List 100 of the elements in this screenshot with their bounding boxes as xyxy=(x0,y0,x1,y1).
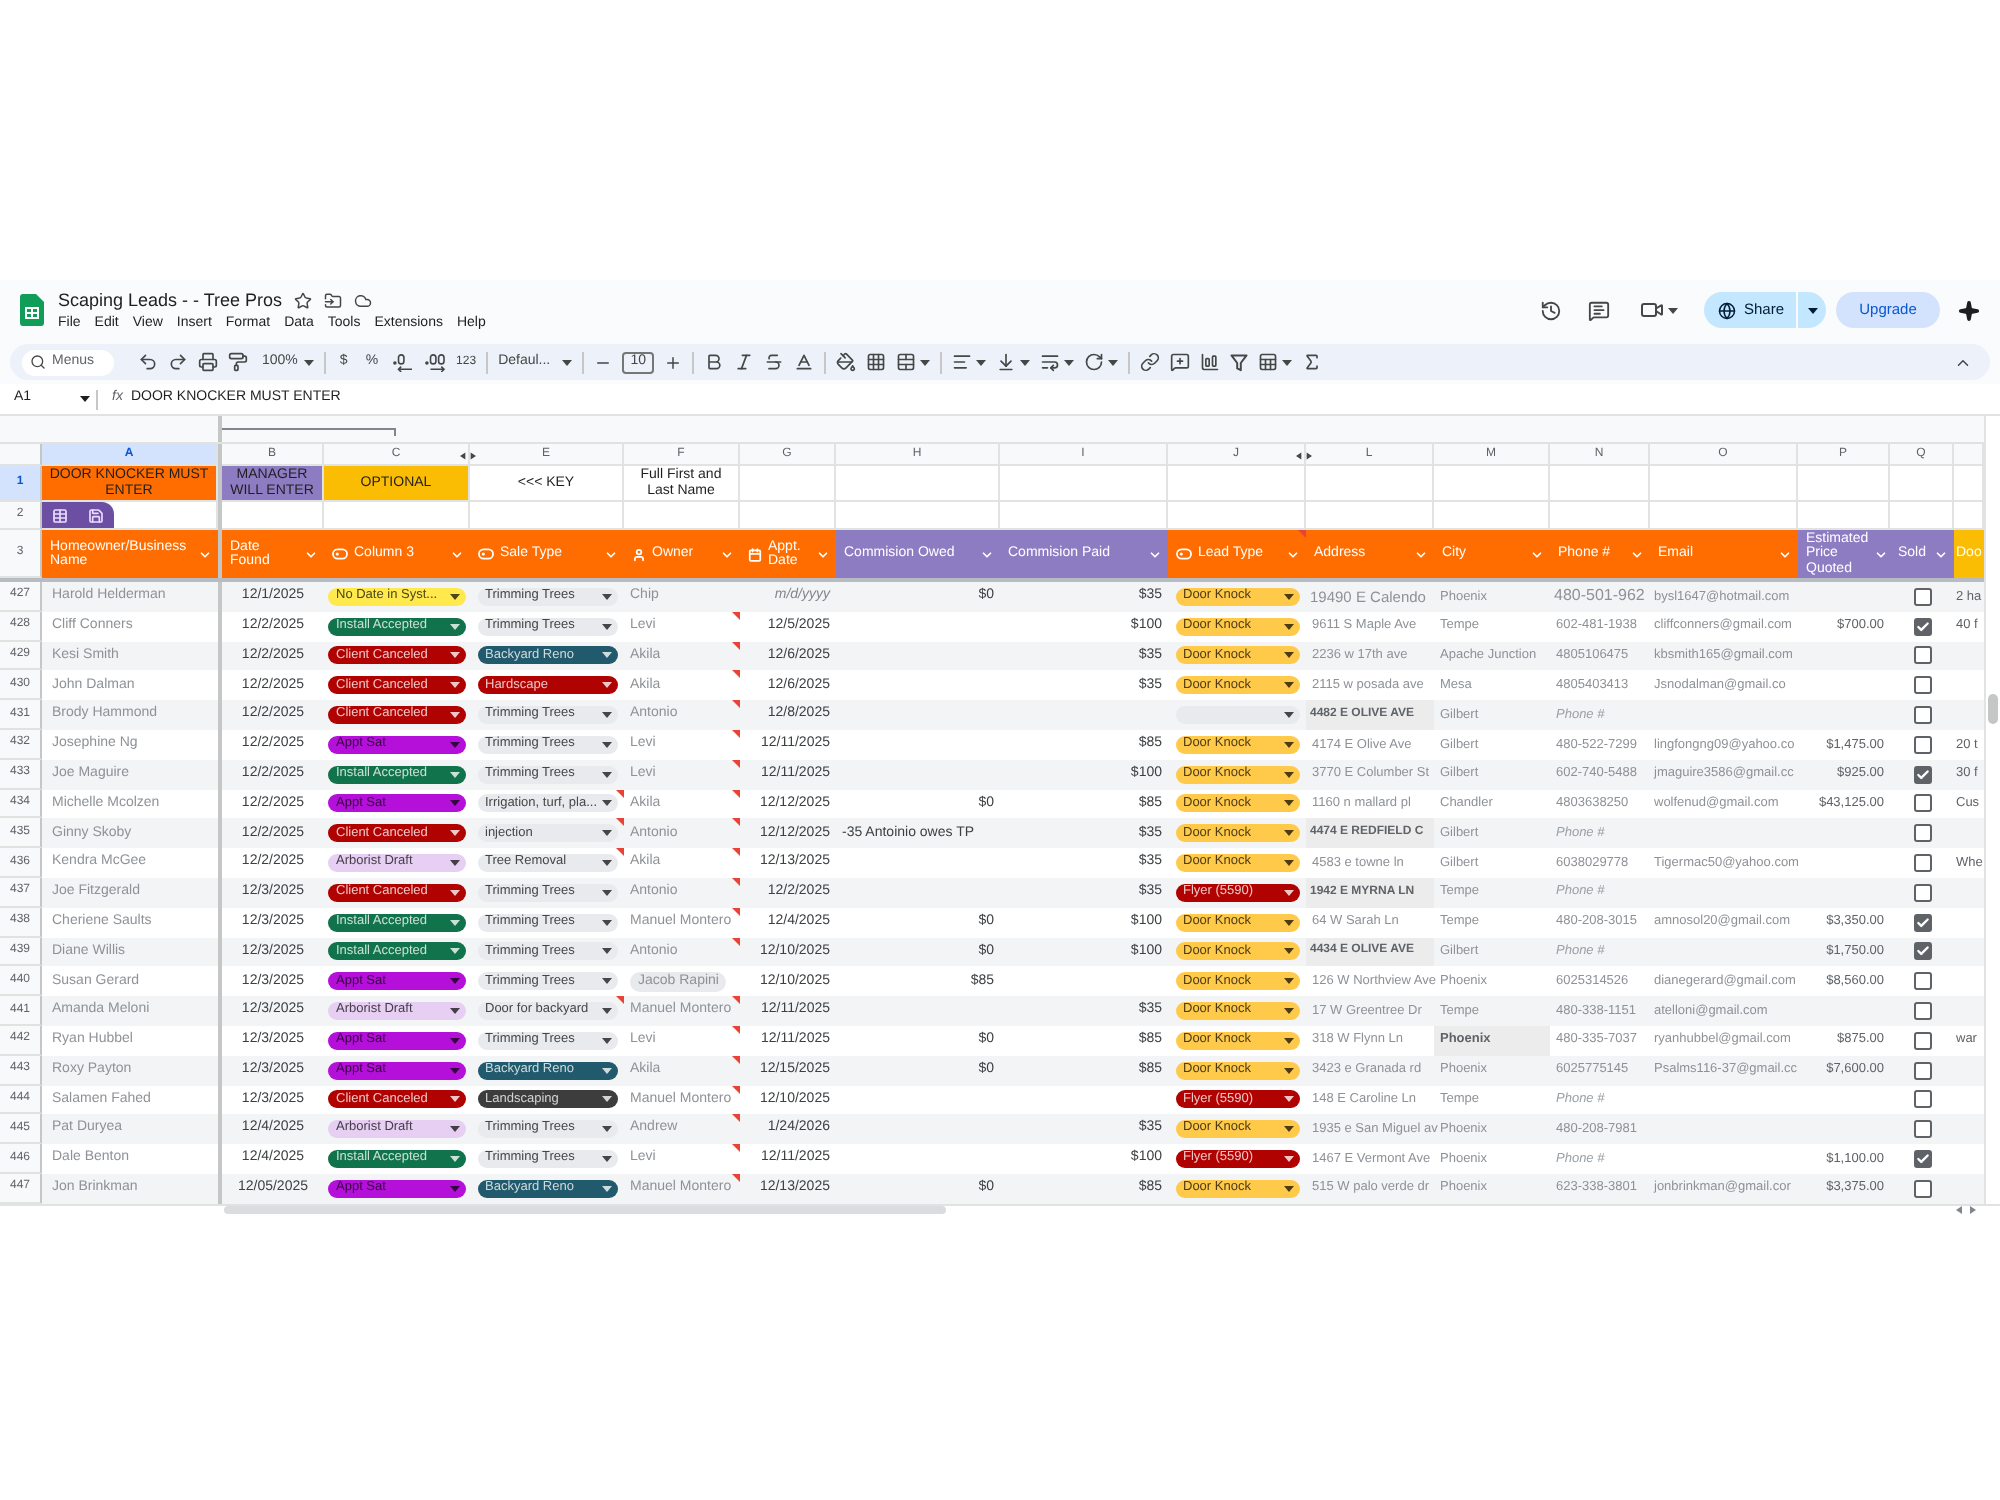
paint-format-icon[interactable] xyxy=(228,352,248,372)
column-menu-icon[interactable] xyxy=(1530,547,1544,561)
sold-checkbox[interactable] xyxy=(1913,1061,1931,1080)
increase-decimal-icon[interactable] xyxy=(424,353,447,371)
sold-checkbox[interactable] xyxy=(1913,706,1931,725)
caret-icon xyxy=(450,771,460,778)
comment-icon[interactable] xyxy=(1587,299,1610,321)
sold-checkbox[interactable] xyxy=(1913,913,1931,932)
caret-icon xyxy=(601,1037,611,1044)
column-menu-icon[interactable] xyxy=(198,547,212,561)
video-call-button[interactable] xyxy=(1639,298,1678,322)
column-menu-icon[interactable] xyxy=(1286,547,1300,561)
sold-checkbox[interactable] xyxy=(1913,942,1931,961)
caret-icon xyxy=(1283,889,1293,896)
decrease-decimal-icon[interactable] xyxy=(392,353,415,371)
sold-checkbox[interactable] xyxy=(1913,765,1931,784)
sold-checkbox[interactable] xyxy=(1913,1150,1931,1169)
spreadsheet-logo-icon[interactable] xyxy=(20,294,44,326)
cloud-icon[interactable] xyxy=(354,291,373,309)
column-menu-icon[interactable] xyxy=(1874,547,1889,561)
share-options-button[interactable] xyxy=(1798,292,1826,328)
hidden-columns-icon[interactable] xyxy=(1296,452,1312,460)
empty-cell[interactable] xyxy=(1890,466,1954,502)
empty-cell[interactable] xyxy=(1650,466,1798,502)
column-menu-icon[interactable] xyxy=(1934,547,1948,561)
redo-icon[interactable] xyxy=(168,352,188,372)
document-title[interactable]: Scaping Leads - - Tree Pros xyxy=(58,288,283,312)
star-icon[interactable] xyxy=(294,291,313,309)
caret-icon xyxy=(601,712,611,719)
column-menu-icon[interactable] xyxy=(450,547,464,561)
sold-checkbox[interactable] xyxy=(1913,794,1931,813)
empty-cell[interactable] xyxy=(1000,466,1168,502)
column-menu-icon[interactable] xyxy=(980,547,994,561)
filter-icon[interactable] xyxy=(1230,353,1249,371)
scroll-right-icon[interactable] xyxy=(1970,1206,1976,1214)
sold-checkbox[interactable] xyxy=(1913,1031,1931,1050)
merge-cells-icon[interactable] xyxy=(896,352,917,372)
column-group-bracket[interactable] xyxy=(222,428,396,436)
empty-cell[interactable] xyxy=(1168,466,1306,502)
check-icon xyxy=(1915,1152,1929,1167)
caret-icon xyxy=(1283,1126,1293,1133)
sold-checkbox[interactable] xyxy=(1913,883,1931,902)
link-icon[interactable] xyxy=(1140,352,1161,372)
scroll-left-icon[interactable] xyxy=(1956,1206,1962,1214)
undo-icon[interactable] xyxy=(138,352,158,372)
italic-icon[interactable] xyxy=(734,352,755,372)
caret-icon xyxy=(450,623,460,630)
hidden-columns-icon[interactable] xyxy=(460,452,476,460)
filter-views-icon[interactable] xyxy=(1258,352,1279,372)
sparkle-icon[interactable] xyxy=(1958,299,1980,321)
empty-cell[interactable] xyxy=(740,466,836,502)
add-comment-icon[interactable] xyxy=(1170,352,1191,372)
vertical-align-icon[interactable] xyxy=(996,352,1017,372)
text-rotation-icon[interactable] xyxy=(1084,352,1105,372)
caret-icon xyxy=(450,889,460,896)
sold-checkbox[interactable] xyxy=(1913,972,1931,991)
sold-checkbox[interactable] xyxy=(1913,646,1931,665)
empty-cell[interactable] xyxy=(1306,466,1434,502)
save-icon[interactable] xyxy=(88,507,104,523)
empty-cell[interactable] xyxy=(1434,466,1550,502)
text-wrap-icon[interactable] xyxy=(1040,352,1061,372)
print-icon[interactable] xyxy=(198,352,218,372)
sold-checkbox[interactable] xyxy=(1913,617,1931,636)
table-icon[interactable] xyxy=(52,507,68,523)
folder-input-icon[interactable] xyxy=(324,291,343,309)
functions-icon[interactable] xyxy=(1302,352,1323,372)
increase-font-size-icon[interactable] xyxy=(664,353,683,371)
sold-checkbox[interactable] xyxy=(1913,1179,1931,1198)
vertical-scrollbar[interactable] xyxy=(1984,416,2000,1204)
sold-checkbox[interactable] xyxy=(1913,676,1931,695)
empty-cell[interactable] xyxy=(1798,466,1890,502)
caret-icon xyxy=(450,1185,460,1192)
scrollbar-thumb[interactable] xyxy=(1988,694,1998,724)
sold-checkbox[interactable] xyxy=(1913,854,1931,873)
empty-cell[interactable] xyxy=(836,466,1000,502)
column-menu-icon[interactable] xyxy=(1630,547,1644,561)
caret-icon xyxy=(1283,830,1293,837)
column-menu-icon[interactable] xyxy=(1778,547,1792,561)
column-menu-icon[interactable] xyxy=(1148,547,1162,561)
sold-checkbox[interactable] xyxy=(1913,1002,1931,1021)
empty-cell[interactable] xyxy=(1550,466,1650,502)
sold-checkbox[interactable] xyxy=(1913,824,1931,843)
column-menu-icon[interactable] xyxy=(604,547,618,561)
chart-icon[interactable] xyxy=(1200,352,1221,372)
text-color-icon[interactable] xyxy=(794,352,815,372)
strikethrough-icon[interactable] xyxy=(764,352,785,372)
fill-color-icon[interactable] xyxy=(836,352,857,372)
column-menu-icon[interactable] xyxy=(1414,547,1428,561)
column-menu-icon[interactable] xyxy=(720,547,734,561)
align-icon[interactable] xyxy=(952,352,973,372)
sold-checkbox[interactable] xyxy=(1913,1120,1931,1139)
sold-checkbox[interactable] xyxy=(1913,1090,1931,1109)
sold-checkbox[interactable] xyxy=(1913,587,1931,606)
borders-icon[interactable] xyxy=(866,352,887,372)
bold-icon[interactable] xyxy=(704,352,725,372)
sold-checkbox[interactable] xyxy=(1913,735,1931,754)
history-icon[interactable] xyxy=(1539,299,1562,321)
column-menu-icon[interactable] xyxy=(304,547,318,561)
caret-icon xyxy=(601,1096,611,1103)
column-menu-icon[interactable] xyxy=(816,547,830,561)
